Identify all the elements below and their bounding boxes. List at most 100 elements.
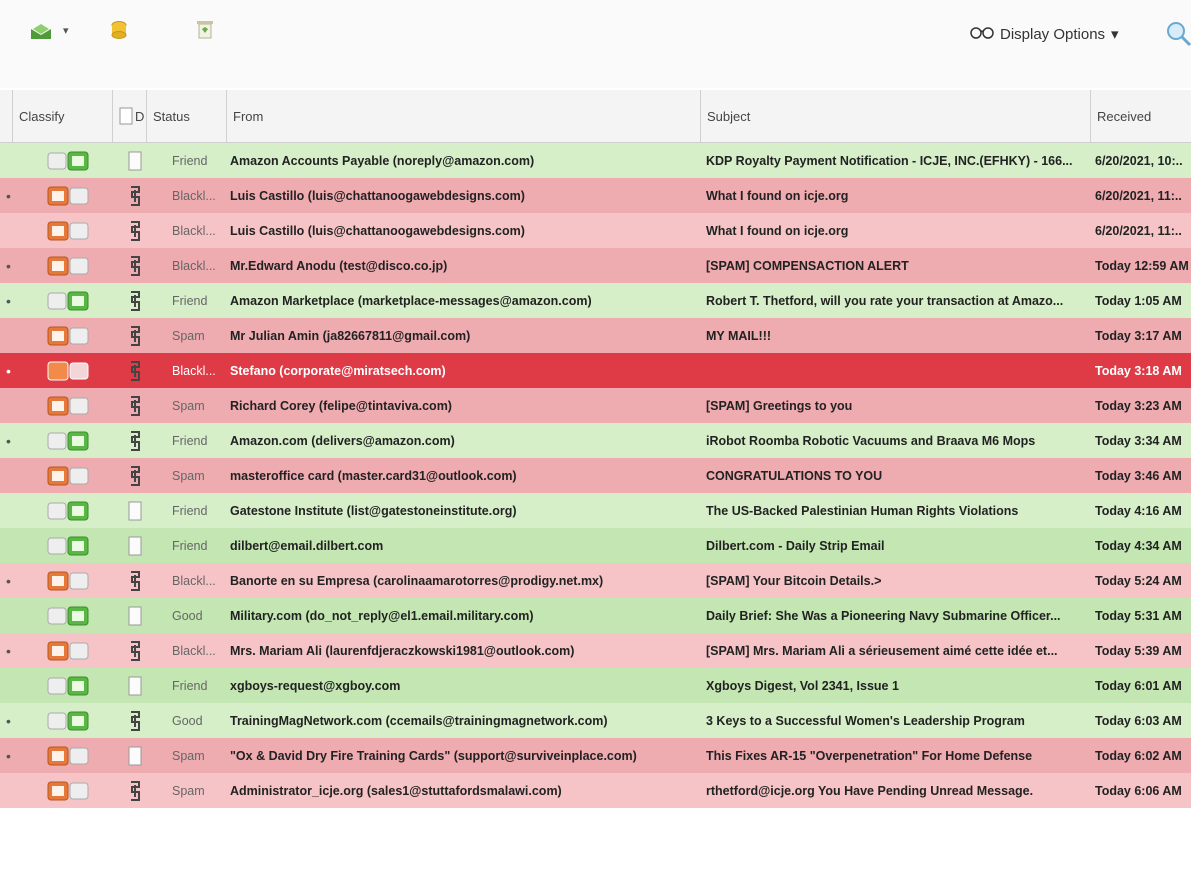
message-row[interactable]: Friend Amazon Accounts Payable (noreply@a…	[0, 143, 1191, 178]
attachment-clip-icon	[118, 458, 152, 493]
unread-indicator: •	[6, 257, 11, 274]
message-row[interactable]: • Good TrainingMagNetwork.com (ccemails@tr…	[0, 703, 1191, 738]
classify-toggle-icon[interactable]	[46, 353, 96, 388]
unread-indicator	[6, 388, 16, 423]
message-subject: CONGRATULATIONS TO YOU	[706, 468, 883, 483]
mail-dropdown-icon[interactable]: ▾	[63, 24, 69, 37]
coin-stack-icon[interactable]	[110, 20, 128, 40]
message-status: Spam	[172, 468, 205, 483]
classify-toggle-icon[interactable]	[46, 283, 96, 318]
message-from: Amazon Marketplace (marketplace-messages…	[230, 293, 592, 308]
message-received: Today 3:18 AM	[1095, 363, 1182, 378]
classify-toggle-icon[interactable]	[46, 528, 96, 563]
classify-toggle-icon[interactable]	[46, 143, 96, 178]
classify-toggle-icon[interactable]	[46, 563, 96, 598]
message-status: Friend	[172, 538, 208, 553]
search-icon[interactable]	[1165, 20, 1191, 48]
message-received: 6/20/2021, 11:..	[1095, 223, 1182, 238]
message-received: Today 6:01 AM	[1095, 678, 1182, 693]
message-status: Spam	[172, 783, 205, 798]
header-doc-label: D	[135, 108, 145, 124]
recycle-bin-icon[interactable]	[195, 18, 215, 40]
attachment-clip-icon	[118, 248, 152, 283]
message-row[interactable]: • Blackl... Stefano (corporate@miratsech.c…	[0, 353, 1191, 388]
message-from: Mr.Edward Anodu (test@disco.co.jp)	[230, 258, 448, 273]
classify-toggle-icon[interactable]	[46, 248, 96, 283]
attachment-clip-icon	[118, 563, 152, 598]
message-row[interactable]: • Friend Amazon.com (delivers@amazon.com) i…	[0, 423, 1191, 458]
message-row[interactable]: • Blackl... Mrs. Mariam Ali (laurenfdjerac…	[0, 633, 1191, 668]
attachment-clip-icon	[118, 213, 152, 248]
unread-indicator: •	[6, 747, 11, 764]
header-doc[interactable]: D	[112, 90, 146, 142]
classify-toggle-icon[interactable]	[46, 318, 96, 353]
message-row[interactable]: Friend Gatestone Institute (list@gateston…	[0, 493, 1191, 528]
display-options-button[interactable]: Display Options ▾	[970, 24, 1119, 44]
message-subject: Robert T. Thetford, will you rate your t…	[706, 293, 1064, 308]
message-row[interactable]: Friend xgboys-request@xgboy.com Xgboys Dig…	[0, 668, 1191, 703]
classify-toggle-icon[interactable]	[46, 388, 96, 423]
message-subject: iRobot Roomba Robotic Vacuums and Braava…	[706, 433, 1036, 448]
message-row[interactable]: Spam Mr Julian Amin (ja82667811@gmail.com…	[0, 318, 1191, 353]
message-received: Today 5:24 AM	[1095, 573, 1182, 588]
header-from[interactable]: From	[226, 90, 700, 142]
message-row[interactable]: • Blackl... Mr.Edward Anodu (test@disco.co…	[0, 248, 1191, 283]
message-status: Blackl...	[172, 363, 216, 378]
document-icon	[118, 143, 152, 178]
classify-toggle-icon[interactable]	[46, 213, 96, 248]
header-expander[interactable]	[0, 90, 12, 142]
message-from: Military.com (do_not_reply@el1.email.mil…	[230, 608, 534, 623]
message-row[interactable]: Good Military.com (do_not_reply@el1.email…	[0, 598, 1191, 633]
unread-indicator: •	[6, 642, 11, 659]
message-status: Good	[172, 713, 203, 728]
classify-toggle-icon[interactable]	[46, 178, 96, 213]
unread-indicator	[6, 773, 16, 808]
message-status: Good	[172, 608, 203, 623]
document-icon	[118, 528, 152, 563]
message-row[interactable]: Spam Administrator_icje.org (sales1@stutt…	[0, 773, 1191, 808]
message-row[interactable]: Spam Richard Corey (felipe@tintaviva.com)…	[0, 388, 1191, 423]
unread-indicator: •	[6, 292, 11, 309]
message-status: Blackl...	[172, 258, 216, 273]
message-row[interactable]: • Blackl... Luis Castillo (luis@chattanoog…	[0, 178, 1191, 213]
message-status: Blackl...	[172, 573, 216, 588]
header-subject[interactable]: Subject	[700, 90, 1090, 142]
message-row[interactable]: Blackl... Luis Castillo (luis@chattanooga…	[0, 213, 1191, 248]
message-from: Mr Julian Amin (ja82667811@gmail.com)	[230, 328, 471, 343]
attachment-clip-icon	[118, 283, 152, 318]
message-received: Today 1:05 AM	[1095, 293, 1182, 308]
message-row[interactable]: • Spam "Ox & David Dry Fire Training Cards…	[0, 738, 1191, 773]
message-subject: What I found on icje.org	[706, 223, 849, 238]
attachment-clip-icon	[118, 388, 152, 423]
message-from: Amazon Accounts Payable (noreply@amazon.…	[230, 153, 535, 168]
message-received: Today 4:16 AM	[1095, 503, 1182, 518]
classify-toggle-icon[interactable]	[46, 773, 96, 808]
message-subject: [SPAM] Greetings to you	[706, 398, 853, 413]
message-received: Today 6:06 AM	[1095, 783, 1182, 798]
header-status[interactable]: Status	[146, 90, 226, 142]
classify-toggle-icon[interactable]	[46, 458, 96, 493]
message-from: Mrs. Mariam Ali (laurenfdjeraczkowski198…	[230, 643, 575, 658]
classify-toggle-icon[interactable]	[46, 703, 96, 738]
unread-indicator	[6, 458, 16, 493]
column-header: Classify D Status From Subject Received	[0, 90, 1191, 143]
message-subject: [SPAM] Mrs. Mariam Ali a sérieusement ai…	[706, 643, 1058, 658]
message-status: Blackl...	[172, 643, 216, 658]
message-row[interactable]: Spam masteroffice card (master.card31@out…	[0, 458, 1191, 493]
glasses-icon	[970, 24, 994, 44]
message-row[interactable]: • Blackl... Banorte en su Empresa (carolin…	[0, 563, 1191, 598]
classify-toggle-icon[interactable]	[46, 738, 96, 773]
header-classify[interactable]: Classify	[12, 90, 112, 142]
message-row[interactable]: • Friend Amazon Marketplace (marketplace-m…	[0, 283, 1191, 318]
unread-indicator: •	[6, 362, 11, 379]
message-row[interactable]: Friend dilbert@email.dilbert.com Dilbert.c…	[0, 528, 1191, 563]
classify-toggle-icon[interactable]	[46, 598, 96, 633]
message-subject: rthetford@icje.org You Have Pending Unre…	[706, 783, 1034, 798]
classify-toggle-icon[interactable]	[46, 493, 96, 528]
classify-toggle-icon[interactable]	[46, 423, 96, 458]
header-received[interactable]: Received	[1090, 90, 1191, 142]
mail-tray-icon[interactable]	[30, 22, 52, 40]
message-from: Banorte en su Empresa (carolinaamarotorr…	[230, 573, 604, 588]
classify-toggle-icon[interactable]	[46, 668, 96, 703]
classify-toggle-icon[interactable]	[46, 633, 96, 668]
